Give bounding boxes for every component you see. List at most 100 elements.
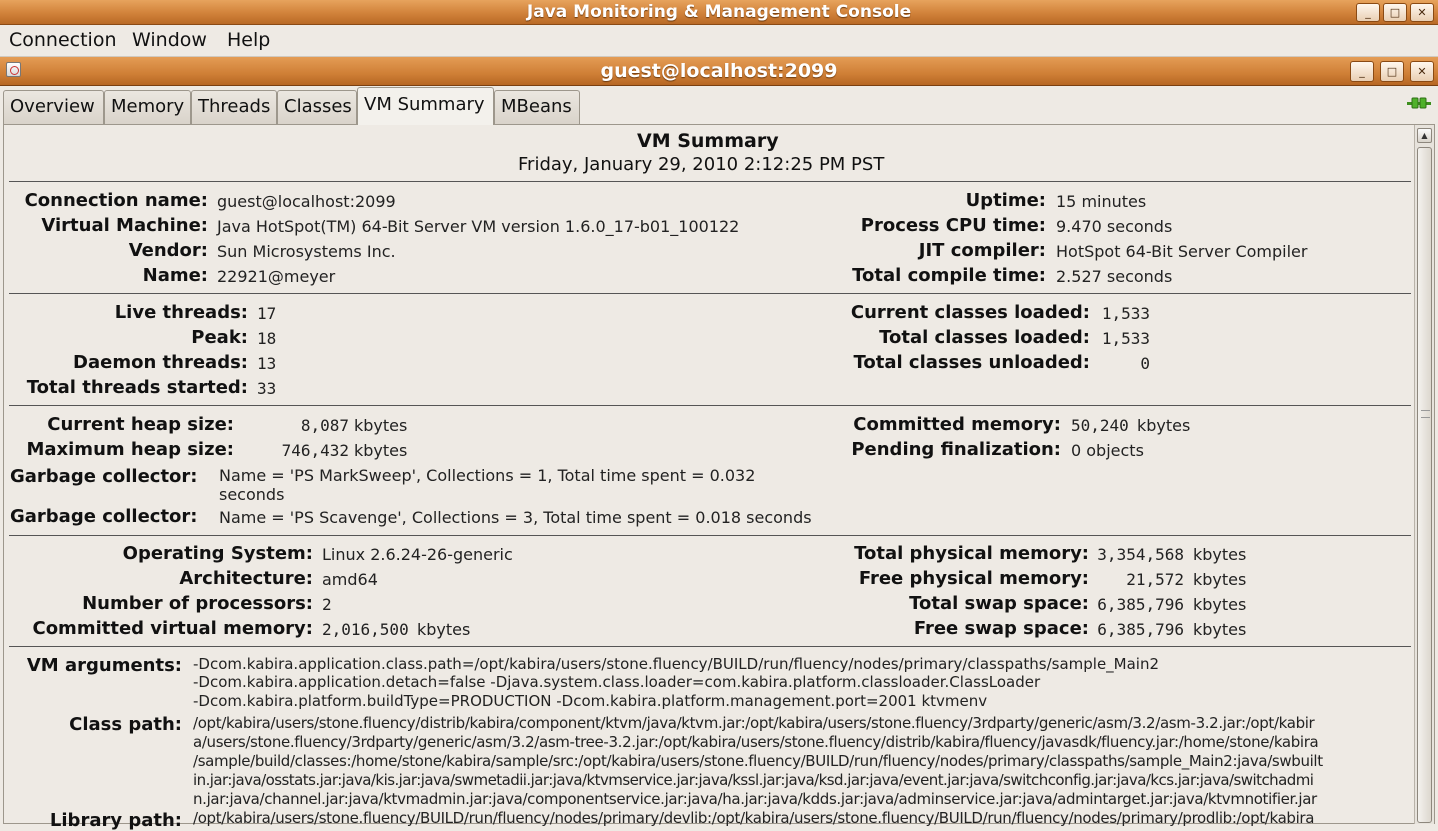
vm-arguments-line: -Dcom.kabira.application.detach=false -D… (193, 673, 1041, 691)
grip-icon (1421, 410, 1430, 418)
library-path-label: Library path: (49, 810, 182, 831)
maximize-icon: □ (1389, 6, 1401, 19)
tab-overview[interactable]: Overview (3, 90, 104, 124)
frame-close-button[interactable]: ✕ (1410, 61, 1434, 82)
process-cpu-value: 9.470 seconds (1056, 217, 1173, 236)
class-path-line: n.jar:java/channel.jar:java/ktvmadmin.ja… (193, 790, 1317, 808)
peak-label: Peak: (191, 327, 248, 348)
current-heap-label: Current heap size: (47, 414, 234, 435)
frame-maximize-button[interactable]: □ (1380, 61, 1404, 82)
committed-memory-unit: kbytes (1137, 416, 1191, 435)
total-compile-label: Total compile time: (852, 265, 1046, 286)
jit-compiler-value: HotSpot 64-Bit Server Compiler (1056, 242, 1308, 261)
process-cpu-label: Process CPU time: (860, 215, 1046, 236)
total-threads-value: 33 (257, 379, 277, 398)
uptime-value: 15 minutes (1056, 192, 1147, 211)
scrollbar-thumb[interactable] (1417, 147, 1432, 823)
committed-memory-label: Committed memory: (853, 414, 1061, 435)
divider (9, 181, 1411, 182)
unloaded-classes-value: 0 (1140, 354, 1150, 373)
tab-strip: Overview Memory Threads Classes VM Summa… (0, 86, 1438, 125)
connection-name-label: Connection name: (24, 190, 208, 211)
live-threads-label: Live threads: (114, 302, 248, 323)
frame-minimize-button[interactable]: _ (1350, 61, 1374, 82)
close-icon: ✕ (1417, 6, 1427, 19)
summary-heading: VM Summary (637, 130, 779, 152)
total-swap-label: Total swap space: (909, 593, 1089, 614)
divider (9, 405, 1411, 406)
vm-arguments-label: VM arguments: (26, 655, 182, 676)
tab-memory[interactable]: Memory (104, 90, 191, 124)
total-classes-value: 1,533 (1101, 329, 1150, 348)
arrow-up-icon: ▲ (1421, 131, 1428, 140)
divider (9, 646, 1411, 647)
vertical-scrollbar[interactable]: ▲ (1414, 125, 1434, 824)
menu-connection[interactable]: Connection (9, 29, 117, 51)
vm-arguments-line: -Dcom.kabira.application.class.path=/opt… (193, 655, 1160, 673)
total-classes-label: Total classes loaded: (879, 327, 1090, 348)
scroll-up-button[interactable]: ▲ (1417, 128, 1432, 143)
free-swap-value: 6,385,796 (1097, 620, 1184, 639)
minimize-button[interactable]: _ (1356, 3, 1380, 22)
free-physical-value: 21,572 (1126, 570, 1184, 589)
os-value: Linux 2.6.24-26-generic (322, 545, 513, 564)
minimize-icon: _ (1359, 65, 1365, 78)
maximize-button[interactable]: □ (1383, 3, 1407, 22)
processors-value: 2 (322, 595, 332, 614)
committed-virtual-label: Committed virtual memory: (32, 618, 313, 639)
close-button[interactable]: ✕ (1410, 3, 1434, 22)
current-classes-value: 1,533 (1101, 304, 1150, 323)
committed-virtual-value: 2,016,500 (322, 620, 409, 639)
close-icon: ✕ (1417, 65, 1427, 78)
max-heap-label: Maximum heap size: (26, 439, 234, 460)
vendor-label: Vendor: (128, 240, 208, 261)
uptime-label: Uptime: (965, 190, 1046, 211)
jit-compiler-label: JIT compiler: (918, 240, 1046, 261)
processors-label: Number of processors: (82, 593, 313, 614)
vm-arguments-line: -Dcom.kabira.platform.buildType=PRODUCTI… (193, 692, 988, 710)
architecture-value: amd64 (322, 570, 378, 589)
gc1-label: Garbage collector: (10, 466, 198, 487)
free-physical-label: Free physical memory: (858, 568, 1089, 589)
divider (9, 535, 1411, 536)
tab-classes[interactable]: Classes (277, 90, 357, 124)
maximize-icon: □ (1386, 65, 1398, 78)
class-path-label: Class path: (69, 714, 182, 735)
gc2-value: Name = 'PS Scavenge', Collections = 3, T… (219, 508, 812, 527)
menu-window[interactable]: Window (132, 29, 207, 51)
internal-frame-title: guest@localhost:2099 (600, 60, 838, 82)
committed-memory-value: 50,240 (1071, 416, 1129, 435)
total-swap-value: 6,385,796 (1097, 595, 1184, 614)
library-path-line: /opt/kabira/users/stone.fluency/BUILD/ru… (193, 809, 1315, 827)
name-value: 22921@meyer (217, 267, 336, 286)
free-swap-unit: kbytes (1193, 620, 1247, 639)
peak-value: 18 (257, 329, 277, 348)
tab-mbeans[interactable]: MBeans (494, 90, 580, 124)
architecture-label: Architecture: (179, 568, 313, 589)
unloaded-classes-label: Total classes unloaded: (853, 352, 1090, 373)
connection-name-value: guest@localhost:2099 (217, 192, 396, 211)
connection-status-icon[interactable] (1407, 97, 1431, 109)
daemon-threads-label: Daemon threads: (73, 352, 248, 373)
menu-help[interactable]: Help (227, 29, 270, 51)
total-threads-label: Total threads started: (26, 377, 248, 398)
class-path-line: in.jar:java/osstats.jar:java/kis.jar:jav… (193, 771, 1314, 789)
app-title-bar: Java Monitoring & Management Console _ □… (0, 0, 1438, 25)
summary-date: Friday, January 29, 2010 2:12:25 PM PST (518, 154, 885, 175)
committed-virtual-unit: kbytes (417, 620, 471, 639)
max-heap-unit: kbytes (354, 441, 408, 460)
name-label: Name: (142, 265, 208, 286)
total-physical-unit: kbytes (1193, 545, 1247, 564)
free-swap-label: Free swap space: (913, 618, 1089, 639)
current-heap-value: 8,087 (300, 416, 349, 435)
tab-threads[interactable]: Threads (191, 90, 277, 124)
virtual-machine-value: Java HotSpot(TM) 64-Bit Server VM versio… (217, 217, 740, 236)
gc2-label: Garbage collector: (10, 506, 198, 527)
tab-vm-summary[interactable]: VM Summary (357, 87, 494, 125)
internal-frame-title-bar: guest@localhost:2099 _ □ ✕ (0, 57, 1438, 86)
class-path-line: /opt/kabira/users/stone.fluency/distrib/… (193, 714, 1315, 732)
total-swap-unit: kbytes (1193, 595, 1247, 614)
vendor-value: Sun Microsystems Inc. (217, 242, 396, 261)
pending-finalization-value: 0 objects (1071, 441, 1144, 460)
current-classes-label: Current classes loaded: (850, 302, 1090, 323)
